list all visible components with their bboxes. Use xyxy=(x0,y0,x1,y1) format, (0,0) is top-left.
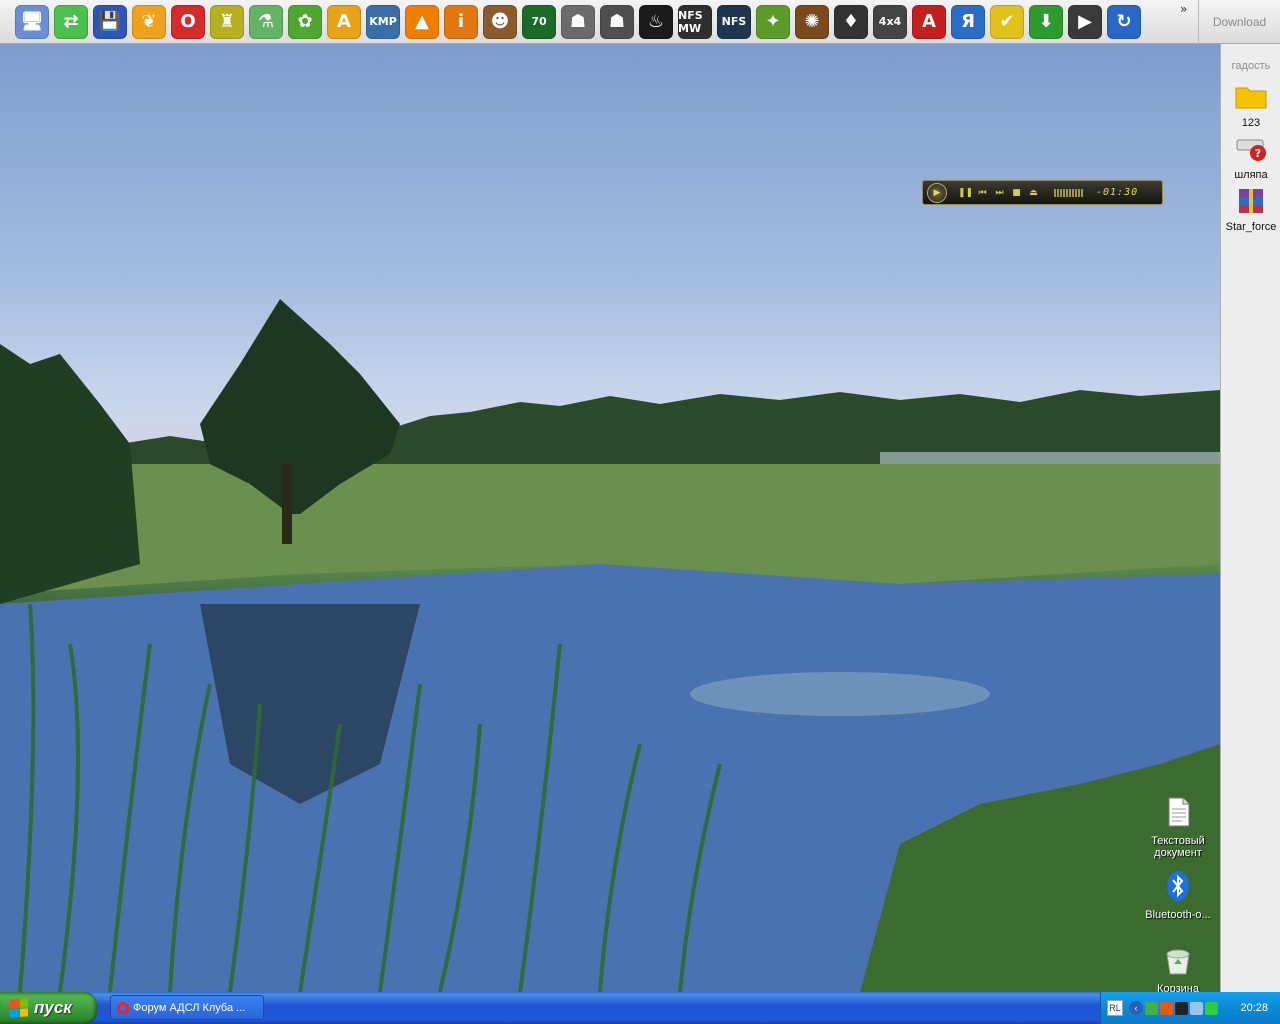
game-character-icon[interactable]: ☻ xyxy=(483,4,517,39)
game-green-icon[interactable]: 70 xyxy=(522,4,556,39)
counter-strike-source-icon[interactable]: ☗ xyxy=(600,4,634,39)
player-next-button[interactable]: ⏭ xyxy=(991,188,1008,198)
start-button[interactable]: пуск xyxy=(0,992,97,1024)
butterfly-icon[interactable]: ❦ xyxy=(132,4,166,39)
taskbar-window-button-opera[interactable]: Форум АДСЛ Клуба ... xyxy=(110,995,264,1020)
launcher-toolbar: 🖥 ⇄ 💾 ❦ O ♜ ⚗ ✿ A KMP ▲ i ☻ 70 ☗ ☗ ♨ NFS MW NFS ✦ ✺ ♦ 4x4 A Я ✔ ⬇ ▶… xyxy=(0,0,1280,44)
tray-steam-icon[interactable] xyxy=(1175,1001,1188,1015)
tray-download-icon[interactable] xyxy=(1205,1001,1218,1015)
tray-expand-arrow-icon[interactable]: ‹ xyxy=(1129,1001,1143,1015)
my-computer-icon[interactable]: 🖥 xyxy=(15,4,49,39)
tray-display-icon[interactable] xyxy=(1190,1001,1203,1015)
taskbar-window-label: Форум АДСЛ Клуба ... xyxy=(133,1001,246,1014)
winrar-archive-icon xyxy=(1239,189,1263,213)
side-item-label: Star_force xyxy=(1225,221,1277,233)
text-document-icon xyxy=(1168,797,1190,827)
desktop-icon-bluetooth[interactable]: Bluetooth-o... xyxy=(1140,870,1216,921)
download-button[interactable]: Download xyxy=(1198,0,1280,44)
desktop-icon-recycle-bin[interactable]: Корзина xyxy=(1140,944,1216,992)
game-art-icon[interactable]: ✺ xyxy=(795,4,829,39)
side-item-shlyapa[interactable]: ? шляпа xyxy=(1221,134,1280,181)
folder-icon xyxy=(1235,87,1267,109)
player-pause-button[interactable]: ❚❚ xyxy=(957,188,974,198)
media-play-icon[interactable]: ▶ xyxy=(1068,4,1102,39)
desktop-wallpaper: ▶ ❚❚ ⏮ ⏭ ■ ⏏ -01:30 Текстовый документ B… xyxy=(0,44,1220,992)
info-icon[interactable]: i xyxy=(444,4,478,39)
robot-icon[interactable]: ♜ xyxy=(210,4,244,39)
media-player-widget[interactable]: ▶ ❚❚ ⏮ ⏭ ■ ⏏ -01:30 xyxy=(922,180,1163,205)
player-eject-button[interactable]: ⏏ xyxy=(1025,188,1042,198)
desktop-icon-label: Корзина xyxy=(1157,983,1199,992)
system-tray: RL ‹ 20:28 xyxy=(1100,992,1280,1024)
desktop-icon-label: Bluetooth-o... xyxy=(1145,909,1211,921)
player-time-display: -01:30 xyxy=(1096,187,1139,198)
desktop-icon-label: Текстовый документ xyxy=(1151,835,1205,859)
counter-strike-icon[interactable]: ☗ xyxy=(561,4,595,39)
aimp-icon[interactable]: A xyxy=(327,4,361,39)
floppy-save-icon[interactable]: 💾 xyxy=(93,4,127,39)
vlc-cone-icon[interactable]: ▲ xyxy=(405,4,439,39)
chemistry-icon[interactable]: ⚗ xyxy=(249,4,283,39)
recycle-bin-icon xyxy=(1166,949,1190,975)
gadget-side-panel: гадость 123 ? шляпа Star_force xyxy=(1220,44,1280,992)
language-indicator[interactable]: RL xyxy=(1107,1000,1123,1016)
tray-clock[interactable]: 20:28 xyxy=(1240,1002,1268,1014)
crystal-icon[interactable]: ✦ xyxy=(756,4,790,39)
acrobat-icon[interactable]: A xyxy=(912,4,946,39)
side-item-123[interactable]: 123 xyxy=(1221,82,1280,129)
nfs-icon[interactable]: NFS xyxy=(717,4,751,39)
icq-flower-icon[interactable]: ✿ xyxy=(288,4,322,39)
side-panel-title: гадость xyxy=(1231,60,1271,72)
launcher-more-chevron[interactable]: » xyxy=(1180,2,1187,16)
bluetooth-icon xyxy=(1167,871,1189,901)
4x4-icon[interactable]: 4x4 xyxy=(873,4,907,39)
opera-icon[interactable]: O xyxy=(171,4,205,39)
download-master-icon[interactable]: ⬇ xyxy=(1029,4,1063,39)
bat-logo-icon[interactable]: ♦ xyxy=(834,4,868,39)
yandex-icon[interactable]: Я xyxy=(951,4,985,39)
nfs-most-wanted-icon[interactable]: NFS MW xyxy=(678,4,712,39)
taskbar: пуск Форум АДСЛ Клуба ... RL ‹ 20:28 xyxy=(0,992,1280,1024)
side-item-label: 123 xyxy=(1241,117,1261,129)
launcher-icons: 🖥 ⇄ 💾 ❦ O ♜ ⚗ ✿ A KMP ▲ i ☻ 70 ☗ ☗ ♨ NFS MW NFS ✦ ✺ ♦ 4x4 A Я ✔ ⬇ ▶… xyxy=(0,0,1146,44)
player-play-button[interactable]: ▶ xyxy=(927,182,947,203)
player-prev-button[interactable]: ⏮ xyxy=(974,188,991,198)
yandex-disk-icon[interactable]: ✔ xyxy=(990,4,1024,39)
svg-text:?: ? xyxy=(1255,147,1261,160)
network-icon[interactable]: ⇄ xyxy=(54,4,88,39)
tray-media-icon[interactable] xyxy=(1160,1001,1173,1015)
update-refresh-icon[interactable]: ↻ xyxy=(1107,4,1141,39)
player-volume-slider[interactable] xyxy=(1054,188,1084,197)
kmplayer-icon[interactable]: KMP xyxy=(366,4,400,39)
left-forest xyxy=(0,344,140,604)
desktop-icon-text-document[interactable]: Текстовый документ xyxy=(1140,796,1216,859)
side-item-star-force[interactable]: Star_force xyxy=(1221,186,1280,233)
tray-network-icon[interactable] xyxy=(1145,1001,1158,1015)
windows-logo-icon xyxy=(10,998,28,1018)
steam-icon[interactable]: ♨ xyxy=(639,4,673,39)
start-label: пуск xyxy=(34,998,72,1017)
player-stop-button[interactable]: ■ xyxy=(1008,188,1025,198)
drive-error-icon: ? xyxy=(1236,139,1266,161)
side-item-label: шляпа xyxy=(1234,169,1268,181)
opera-icon xyxy=(117,1001,129,1014)
